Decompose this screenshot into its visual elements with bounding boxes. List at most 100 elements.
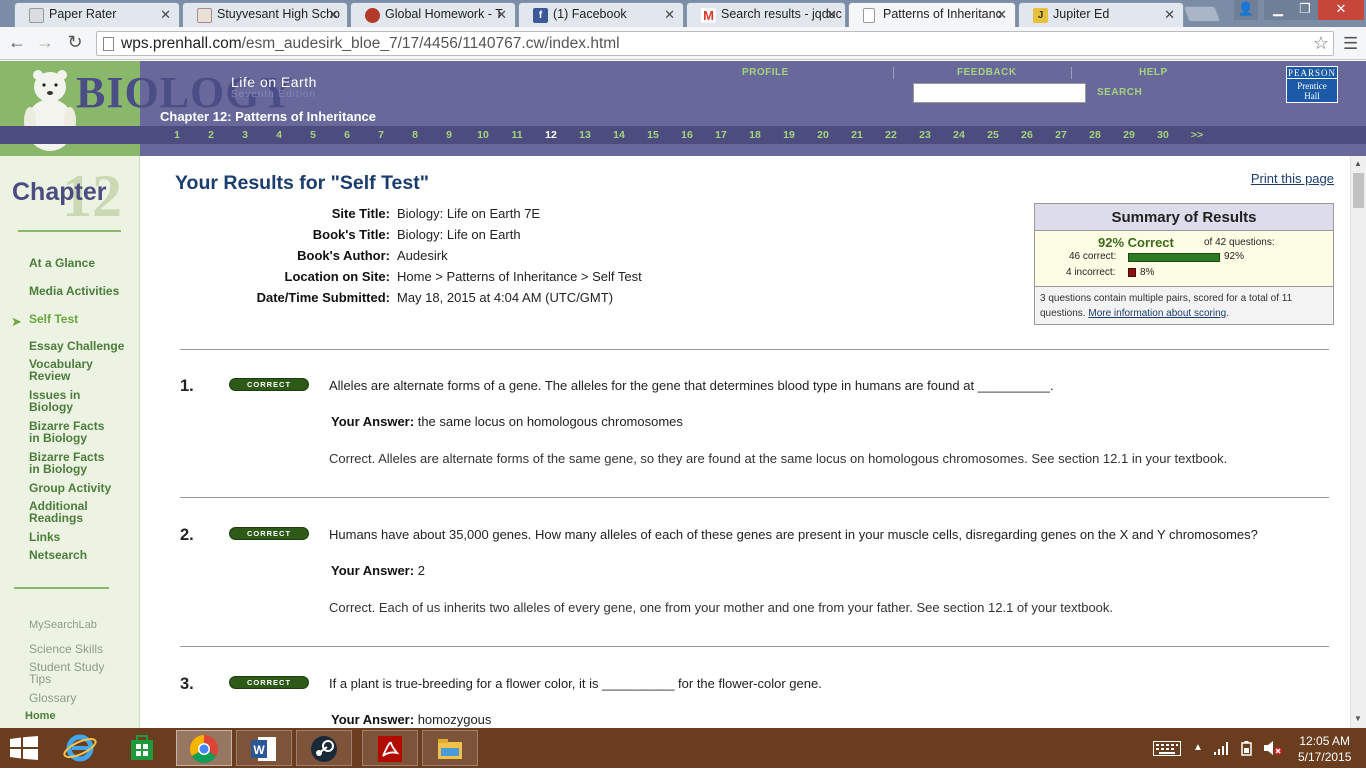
sidebar-item-additional-readings[interactable]: Additional Readings [29,500,88,524]
back-arrow-icon[interactable]: ← [5,32,29,53]
chapter-link-8[interactable]: 8 [404,129,426,141]
sidebar-item-media-activities[interactable]: Media Activities [29,285,119,297]
sidebar-item-self-test[interactable]: Self Test [29,313,78,325]
address-bar[interactable]: wps.prenhall.com/esm_audesirk_bloe_7/17/… [96,31,1334,56]
sidebar-item-home[interactable]: Home [25,710,56,722]
chapter-link-19[interactable]: 19 [778,129,800,141]
sidebar-item-bizarre-facts-2[interactable]: Bizarre Facts in Biology [29,451,104,475]
chapter-link-30[interactable]: 30 [1152,129,1174,141]
search-button[interactable]: SEARCH [1097,87,1142,98]
tab-paper-rater[interactable]: Paper Rater ✕ [14,2,180,27]
sidebar-item-issues-in-biology[interactable]: Issues in Biology [29,389,80,413]
close-window-button[interactable]: ✕ [1318,0,1364,20]
system-clock[interactable]: 12:05 AM 5/17/2015 [1298,733,1351,765]
chapter-link-12[interactable]: 12 [540,129,562,141]
keyboard-icon[interactable] [1153,741,1181,756]
close-icon[interactable]: ✕ [826,7,837,23]
chapter-link-10[interactable]: 10 [472,129,494,141]
close-icon[interactable]: ✕ [328,7,339,23]
file-explorer-icon[interactable] [422,730,478,766]
chapter-link-4[interactable]: 4 [268,129,290,141]
chapter-link-5[interactable]: 5 [302,129,324,141]
chapter-link-24[interactable]: 24 [948,129,970,141]
profile-link[interactable]: PROFILE [742,67,789,78]
chapter-link-20[interactable]: 20 [812,129,834,141]
scrollbar-thumb[interactable] [1353,173,1364,208]
scoring-info-link[interactable]: More information about scoring [1088,308,1226,319]
sidebar-item-student-study-tips[interactable]: Student Study Tips [29,661,104,685]
paper-rater-icon [29,8,44,23]
chapter-link-1[interactable]: 1 [166,129,188,141]
chapter-link-6[interactable]: 6 [336,129,358,141]
forward-arrow-icon[interactable]: → [33,32,57,53]
chapter-link-17[interactable]: 17 [710,129,732,141]
chapter-link-25[interactable]: 25 [982,129,1004,141]
maximize-button[interactable]: ❐ [1292,0,1318,20]
tab-jupiter-ed[interactable]: J Jupiter Ed ✕ [1018,2,1184,27]
close-icon[interactable]: ✕ [996,7,1007,23]
sidebar-item-links[interactable]: Links [29,531,60,543]
network-signal-icon[interactable] [1213,741,1231,755]
tab-facebook[interactable]: f (1) Facebook ✕ [518,2,684,27]
chapter-link-26[interactable]: 26 [1016,129,1038,141]
chrome-icon[interactable] [176,730,232,766]
vertical-scrollbar[interactable]: ▲ ▼ [1350,156,1366,728]
word-icon[interactable]: W [236,730,292,766]
internet-explorer-icon[interactable] [52,730,108,766]
windows-start-icon[interactable] [10,736,38,760]
tab-stuyvesant[interactable]: Stuyvesant High Scho ✕ [182,2,348,27]
reload-icon[interactable]: ↻ [63,32,87,53]
tab-global-homework[interactable]: Global Homework - T ✕ [350,2,516,27]
chapter-link-2[interactable]: 2 [200,129,222,141]
chapter-link-18[interactable]: 18 [744,129,766,141]
chapter-link-11[interactable]: 11 [506,129,528,141]
search-input[interactable] [913,83,1086,103]
tab-patterns-of-inheritance[interactable]: Patterns of Inheritanc ✕ [848,2,1016,27]
tab-gmail[interactable]: M Search results - jqduc ✕ [686,2,846,27]
close-icon[interactable]: ✕ [1164,7,1175,23]
chapter-link-23[interactable]: 23 [914,129,936,141]
close-icon[interactable]: ✕ [160,7,171,23]
chapter-link-13[interactable]: 13 [574,129,596,141]
chrome-menu-icon[interactable]: ☰ [1343,34,1358,54]
chapter-link-28[interactable]: 28 [1084,129,1106,141]
sidebar-item-vocabulary-review[interactable]: Vocabulary Review [29,358,93,382]
close-icon[interactable]: ✕ [496,7,507,23]
chapter-link-14[interactable]: 14 [608,129,630,141]
sidebar-item-at-a-glance[interactable]: At a Glance [29,257,95,269]
battery-icon[interactable] [1239,740,1257,756]
feedback-link[interactable]: FEEDBACK [957,67,1017,78]
windows-store-icon[interactable] [114,730,170,766]
minimize-button[interactable]: ▁ [1264,0,1292,20]
bookmark-star-icon[interactable]: ☆ [1313,33,1329,54]
chapter-link-7[interactable]: 7 [370,129,392,141]
sidebar-item-bizarre-facts-1[interactable]: Bizarre Facts in Biology [29,420,104,444]
chapter-link-16[interactable]: 16 [676,129,698,141]
show-hidden-icons-icon[interactable]: ▲ [1193,742,1203,753]
sidebar-item-glossary[interactable]: Glossary [29,692,76,704]
chapter-link-next[interactable]: >> [1186,129,1208,141]
sidebar-item-science-skills[interactable]: Science Skills [29,643,103,655]
scroll-down-icon[interactable]: ▼ [1354,714,1362,723]
chapter-link-21[interactable]: 21 [846,129,868,141]
volume-muted-icon[interactable] [1263,740,1283,756]
sidebar-item-group-activity[interactable]: Group Activity [29,482,111,494]
chapter-link-15[interactable]: 15 [642,129,664,141]
chapter-link-9[interactable]: 9 [438,129,460,141]
print-page-link[interactable]: Print this page [1251,171,1334,186]
sidebar-item-essay-challenge[interactable]: Essay Challenge [29,340,124,352]
chapter-link-29[interactable]: 29 [1118,129,1140,141]
scroll-up-icon[interactable]: ▲ [1354,159,1362,168]
chapter-link-22[interactable]: 22 [880,129,902,141]
steam-icon[interactable] [296,730,352,766]
sidebar-item-netsearch[interactable]: Netsearch [29,549,87,561]
close-icon[interactable]: ✕ [664,7,675,23]
acrobat-icon[interactable] [362,730,418,766]
new-tab-button[interactable] [1183,6,1221,22]
pearson-logo[interactable]: PEARSON Prentice Hall [1286,66,1338,103]
user-icon[interactable]: 👤 [1234,0,1258,20]
chapter-link-27[interactable]: 27 [1050,129,1072,141]
sidebar-item-mysearchlab[interactable]: MySearchLab [29,619,97,631]
chapter-link-3[interactable]: 3 [234,129,256,141]
help-link[interactable]: HELP [1139,67,1168,78]
